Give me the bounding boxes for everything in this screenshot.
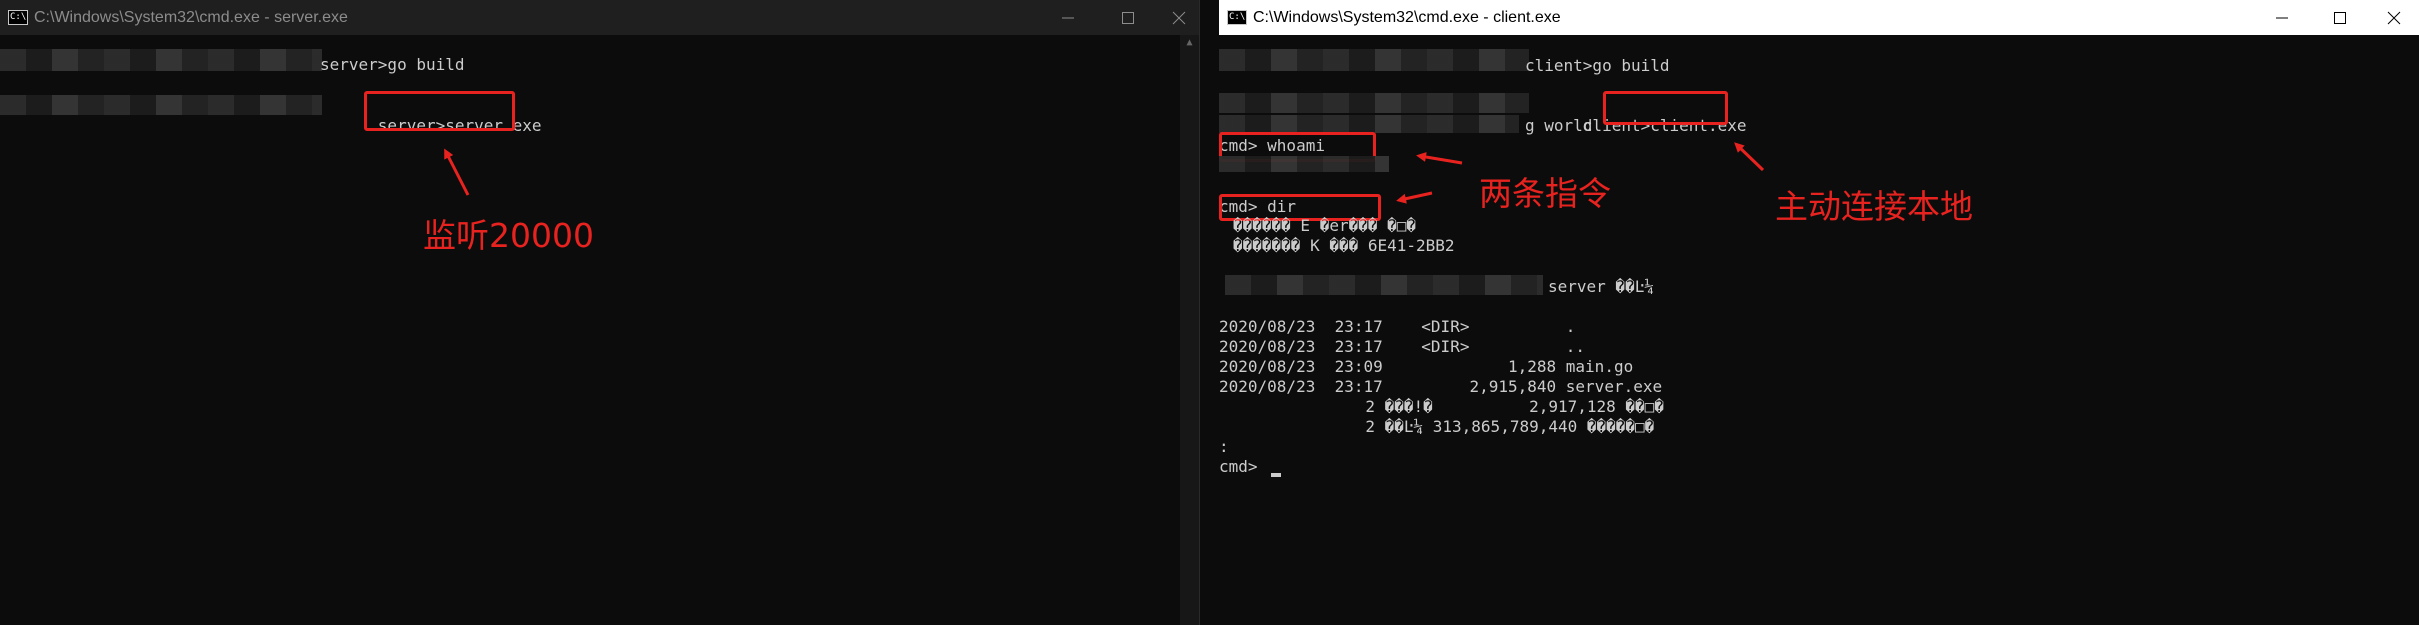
arrow-to-server-exe xyxy=(444,148,470,196)
arrow-to-whoami xyxy=(1416,152,1463,165)
arrow-to-client-exe xyxy=(1734,142,1765,172)
arrow-to-dir xyxy=(1396,191,1433,204)
annotation-arrows xyxy=(444,142,1765,204)
